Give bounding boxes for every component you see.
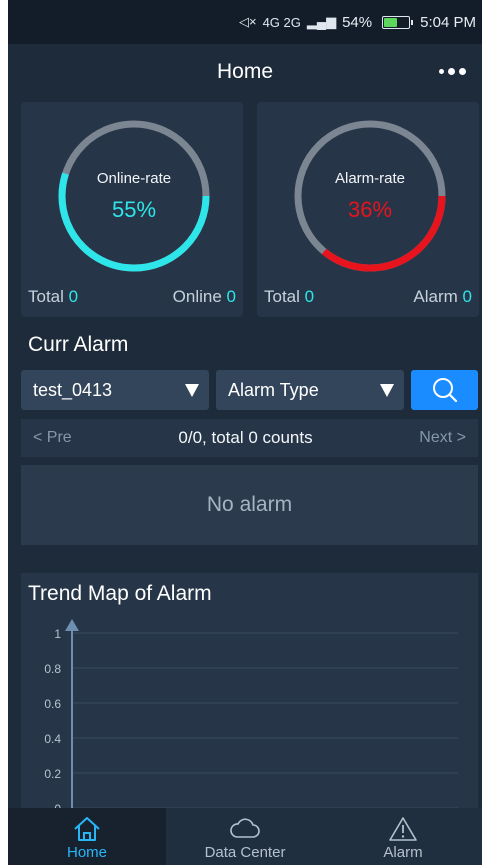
battery-icon (382, 15, 414, 29)
online-rate-value: 55% (111, 197, 157, 222)
dropdown-triangle-icon (185, 383, 199, 397)
alarm-type-value: Alarm Type (228, 379, 319, 400)
online-count: Online 0 (172, 287, 236, 306)
warning-icon (388, 814, 418, 844)
battery-percent: 54% (342, 13, 373, 31)
dropdown-triangle-icon (380, 383, 394, 397)
network-icon: 4G 2G (262, 14, 301, 30)
trend-chart: 10.80.60.40.20 (44, 619, 458, 813)
alarm-total: Total 0 (264, 287, 315, 306)
y-tick-label: 0.4 (44, 732, 61, 746)
tab-data-center-label: Data Center (204, 844, 286, 861)
curr-alarm-title: Curr Alarm (28, 333, 129, 356)
empty-message: No alarm (206, 493, 293, 516)
device-select-value: test_0413 (33, 379, 113, 400)
device-select[interactable]: test_0413 (21, 370, 209, 410)
alarm-type-select[interactable]: Alarm Type (216, 370, 404, 410)
status-bar: ◁× 4G 2G ▂▄▆ 54% 5:04 PM (8, 0, 482, 44)
tab-alarm-label: Alarm (383, 844, 423, 861)
next-page-button[interactable]: Next > (419, 429, 466, 447)
clock: 5:04 PM (420, 13, 476, 31)
online-rate-gauge (58, 120, 210, 272)
alarm-rate-label: Alarm-rate (334, 170, 405, 187)
alarm-card-footer: Total 0 Alarm 0 (264, 287, 472, 307)
prev-page-button[interactable]: < Pre (33, 429, 72, 447)
tab-home[interactable]: Home (8, 808, 166, 865)
trend-chart-card: Trend Map of Alarm 10.80.60.40.20 (21, 573, 478, 813)
app-header: Home (8, 44, 482, 100)
tab-alarm[interactable]: Alarm (324, 808, 482, 865)
app-screen: ◁× 4G 2G ▂▄▆ 54% 5:04 PM Home Online-rat… (8, 0, 482, 865)
alarm-count: Alarm 0 (413, 287, 472, 306)
search-icon (432, 378, 457, 403)
more-menu-icon[interactable] (432, 56, 472, 86)
cloud-icon (229, 814, 261, 844)
search-button[interactable] (411, 370, 478, 410)
online-rate-label: Online-rate (96, 170, 172, 187)
tab-data-center[interactable]: Data Center (166, 808, 324, 865)
bottom-tab-bar: Home Data Center Alarm (8, 808, 482, 865)
tab-home-label: Home (66, 844, 107, 861)
battery-level (384, 17, 397, 27)
home-icon (72, 814, 102, 844)
y-axis-arrow (65, 619, 79, 631)
alarm-list-empty: No alarm (21, 465, 478, 545)
online-card-footer: Total 0 Online 0 (28, 287, 236, 307)
signal-icon: ▂▄▆ (306, 14, 337, 29)
page-title: Home (216, 60, 274, 83)
alarm-pager: < Pre 0/0, total 0 counts Next > (21, 419, 478, 457)
y-tick-label: 1 (54, 627, 61, 641)
online-total: Total 0 (28, 287, 79, 306)
mute-icon: ◁× (238, 14, 257, 29)
page-info: 0/0, total 0 counts (178, 428, 313, 447)
y-tick-label: 0.6 (44, 697, 61, 711)
alarm-rate-card: Alarm-rate 36% Total 0 Alarm 0 (257, 102, 479, 317)
y-tick-label: 0.8 (44, 662, 61, 676)
alarm-rate-value: 36% (347, 197, 393, 222)
y-tick-label: 0.2 (44, 767, 61, 781)
alarm-rate-gauge (294, 120, 446, 272)
online-rate-card: Online-rate 55% Total 0 Online 0 (21, 102, 243, 317)
